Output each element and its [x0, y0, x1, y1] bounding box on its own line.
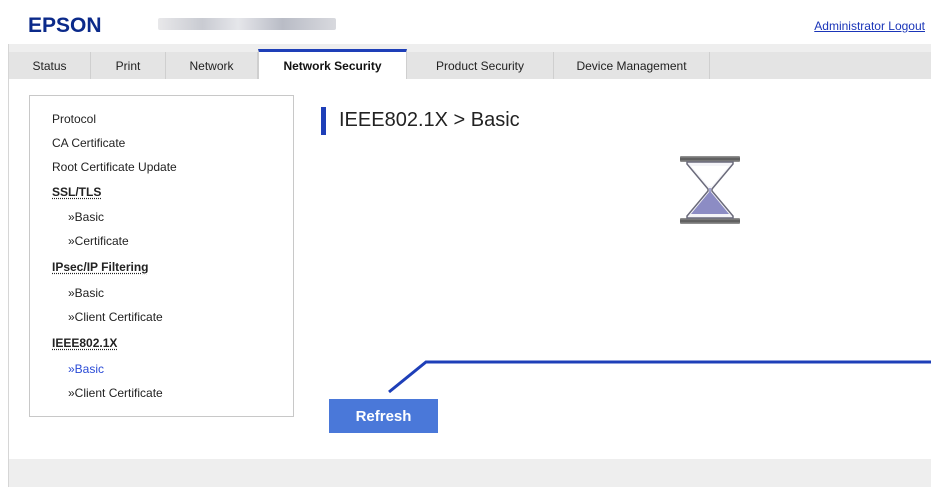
sidebar-item-ieee-client-certificate[interactable]: »Client Certificate: [68, 386, 163, 400]
sidebar-item-ipsec-client-certificate[interactable]: »Client Certificate: [68, 310, 163, 324]
sidebar-item-root-certificate-update[interactable]: Root Certificate Update: [52, 160, 177, 174]
sidebar: Protocol CA Certificate Root Certificate…: [29, 95, 294, 417]
sidebar-heading-ipsec-ip-filtering[interactable]: IPsec/IP Filtering: [52, 260, 148, 274]
sidebar-item-ieee-basic[interactable]: »Basic: [68, 362, 104, 376]
refresh-button[interactable]: Refresh: [329, 399, 438, 433]
sidebar-item-ipsec-basic[interactable]: »Basic: [68, 286, 104, 300]
administrator-logout-link[interactable]: Administrator Logout: [814, 19, 925, 33]
sidebar-heading-ssl-tls[interactable]: SSL/TLS: [52, 185, 101, 199]
tab-network-security[interactable]: Network Security: [258, 49, 407, 80]
tab-print[interactable]: Print: [91, 52, 166, 79]
hourglass-icon: [680, 156, 740, 224]
tab-bar: Status Print Network Network Security Pr…: [9, 49, 931, 80]
sidebar-item-ssl-basic[interactable]: »Basic: [68, 210, 104, 224]
header: EPSON Administrator Logout: [0, 0, 931, 44]
tab-network[interactable]: Network: [166, 52, 258, 79]
tab-device-management[interactable]: Device Management: [554, 52, 710, 79]
blurred-model-name: [158, 18, 336, 30]
title-accent-bar: [321, 107, 326, 135]
footer-strip: [9, 459, 931, 487]
sidebar-item-ssl-certificate[interactable]: »Certificate: [68, 234, 129, 248]
page-title: IEEE802.1X > Basic: [339, 109, 520, 131]
main-content: Protocol CA Certificate Root Certificate…: [9, 79, 931, 459]
sidebar-item-protocol[interactable]: Protocol: [52, 112, 96, 126]
epson-logo: EPSON: [28, 14, 102, 37]
sidebar-item-ca-certificate[interactable]: CA Certificate: [52, 136, 125, 150]
tab-product-security[interactable]: Product Security: [407, 52, 554, 79]
tab-status[interactable]: Status: [9, 52, 91, 79]
page-frame: Status Print Network Network Security Pr…: [8, 44, 931, 487]
sidebar-heading-ieee8021x[interactable]: IEEE802.1X: [52, 336, 117, 350]
